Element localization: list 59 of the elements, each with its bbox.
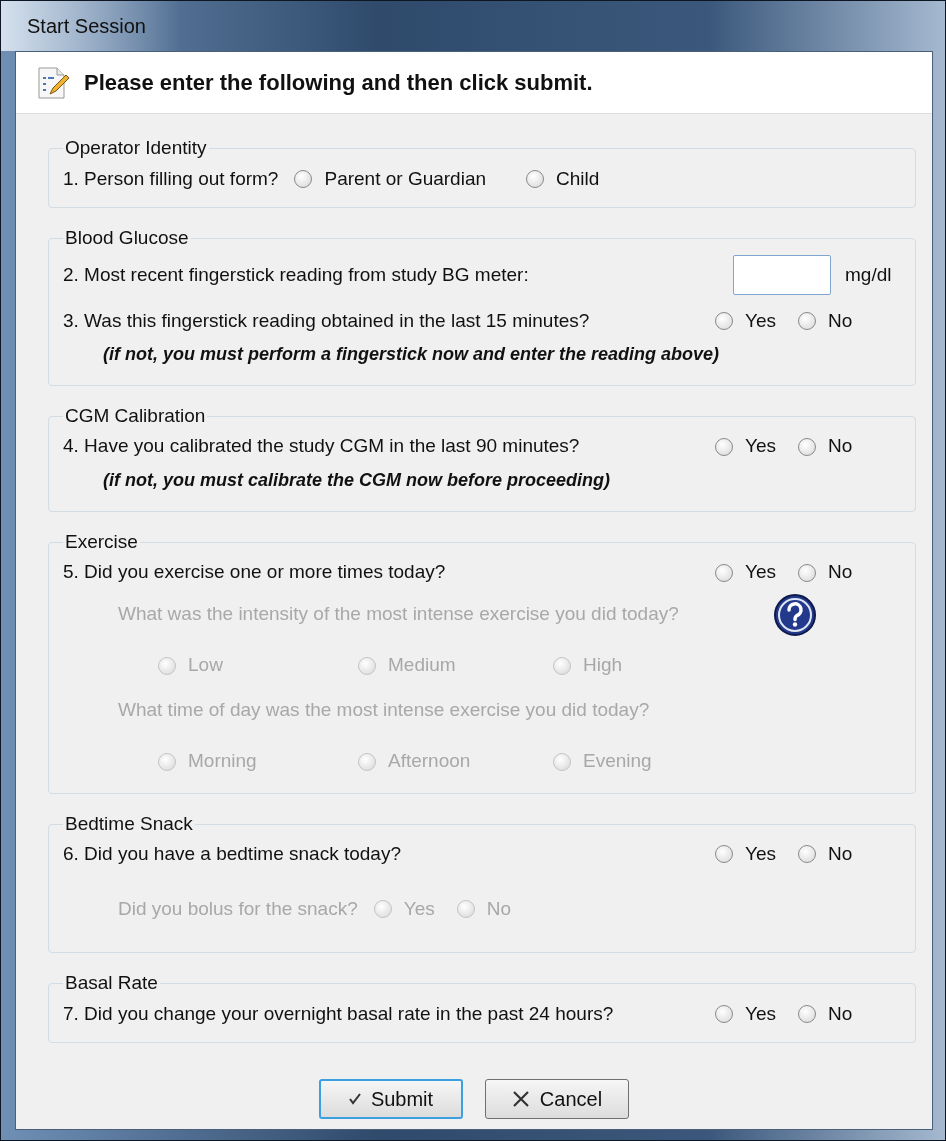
radio-label: Yes bbox=[745, 842, 776, 867]
radio-label: Low bbox=[188, 653, 223, 678]
group-legend: Exercise bbox=[63, 531, 140, 553]
radio-label: Yes bbox=[745, 434, 776, 459]
input-field[interactable] bbox=[733, 254, 831, 295]
question-text: 3. Was this fingerstick reading obtained in the last 15 minutes? bbox=[63, 308, 591, 333]
question-text: 1. Person filling out form? bbox=[63, 166, 279, 191]
question-text: 4. Have you calibrated the study CGM in the last 90 minutes? bbox=[63, 434, 581, 459]
radio-label: No bbox=[828, 1002, 853, 1027]
instruction-text: Please enter the following and then click submit. bbox=[84, 69, 593, 97]
question-text: 7. Did you change your overnight basal rate in the past 24 hours? bbox=[63, 1002, 615, 1027]
radio-button[interactable] bbox=[526, 169, 545, 188]
question-text: 6. Did you have a bedtime snack today? bbox=[63, 842, 402, 867]
radio-label: Yes bbox=[403, 897, 435, 922]
radio-label: No bbox=[828, 560, 853, 585]
radio-button[interactable] bbox=[798, 845, 816, 864]
question-text: What was the intensity of the most intense exercise you did today? bbox=[118, 602, 680, 627]
cancel-button[interactable]: Cancel bbox=[485, 1079, 629, 1119]
radio-button[interactable] bbox=[715, 437, 733, 456]
radio-button[interactable] bbox=[715, 845, 733, 864]
radio-label: Evening bbox=[583, 749, 652, 774]
group-legend: Bedtime Snack bbox=[63, 813, 195, 835]
radio-label: Yes bbox=[745, 1002, 776, 1027]
group-legend: Blood Glucose bbox=[63, 227, 191, 249]
radio-label: No bbox=[828, 842, 853, 867]
radio-label: Morning bbox=[188, 749, 257, 774]
radio-label: Yes bbox=[745, 560, 776, 585]
note-text: (if not, you must calibrate the CGM now before proceeding) bbox=[103, 469, 611, 490]
question-text: Did you bolus for the snack? bbox=[118, 897, 358, 922]
question-text: 5. Did you exercise one or more times today? bbox=[63, 560, 447, 585]
radio-button[interactable] bbox=[715, 1005, 733, 1024]
radio-button[interactable] bbox=[798, 311, 816, 330]
form-edit-icon bbox=[36, 65, 70, 100]
note-text: (if not, you must perform a fingerstick now and enter the reading above) bbox=[103, 343, 720, 364]
radio-label: High bbox=[583, 653, 623, 678]
radio-button[interactable] bbox=[798, 1005, 816, 1024]
radio-label: Medium bbox=[388, 653, 456, 678]
radio-button[interactable] bbox=[798, 563, 816, 582]
radio-label: Parent or Guardian bbox=[324, 166, 487, 191]
question-text: 2. Most recent fingerstick reading from study BG meter: bbox=[63, 262, 530, 287]
radio-label: Yes bbox=[745, 308, 776, 333]
question-text: What time of day was the most intense exercise you did today? bbox=[118, 698, 651, 723]
close-icon bbox=[511, 1090, 530, 1108]
radio-label: Child bbox=[556, 166, 600, 191]
radio-label: Afternoon bbox=[388, 749, 471, 774]
radio-label: No bbox=[486, 897, 512, 922]
radio-button[interactable] bbox=[798, 437, 816, 456]
radio-button[interactable] bbox=[294, 169, 313, 188]
check-icon bbox=[348, 1093, 361, 1105]
submit-button[interactable]: Submit bbox=[319, 1079, 463, 1119]
group-legend: Operator Identity bbox=[63, 138, 209, 159]
window-title: Start Session bbox=[27, 14, 146, 39]
group-legend: Basal Rate bbox=[63, 973, 160, 995]
radio-label: No bbox=[828, 308, 853, 333]
radio-label: No bbox=[828, 434, 853, 459]
unit-label: mg/dl bbox=[845, 262, 893, 287]
group-legend: CGM Calibration bbox=[63, 405, 208, 427]
radio-button[interactable] bbox=[715, 311, 733, 330]
radio-button[interactable] bbox=[715, 563, 733, 582]
